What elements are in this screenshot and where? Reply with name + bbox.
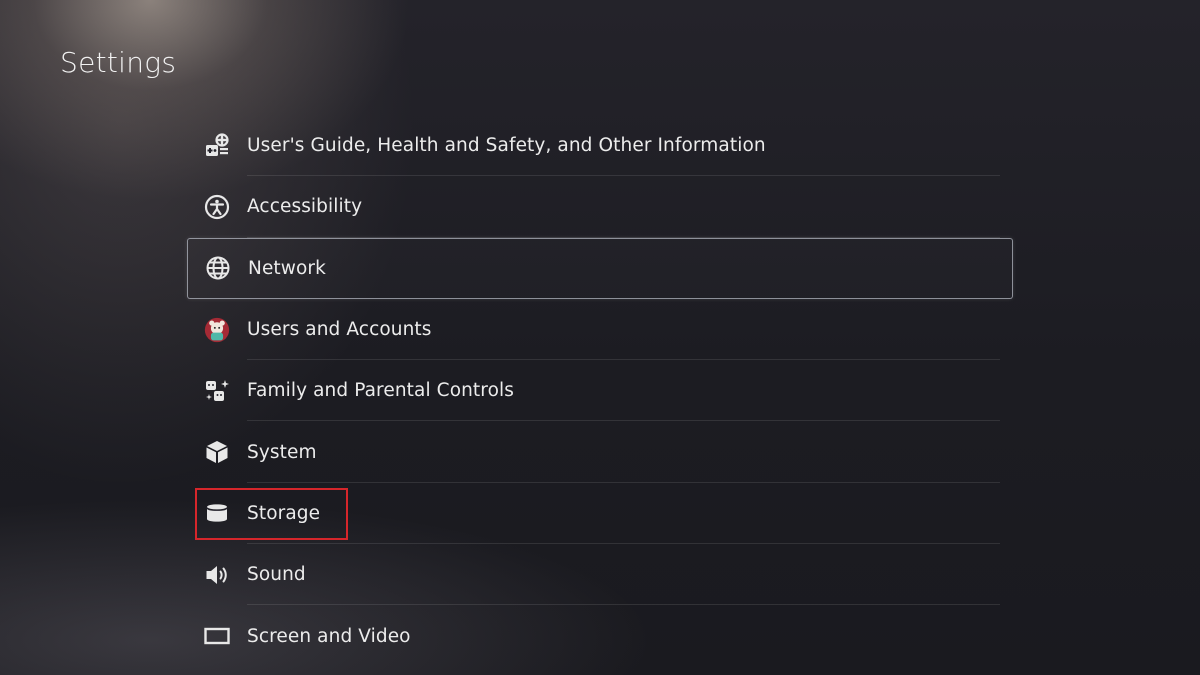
menu-item-sound[interactable]: Sound xyxy=(187,544,1013,606)
speaker-icon xyxy=(203,561,231,589)
storage-highlight-box xyxy=(195,488,348,540)
menu-item-label: Family and Parental Controls xyxy=(247,380,514,402)
menu-item-label: Accessibility xyxy=(247,196,363,218)
menu-item-label: User's Guide, Health and Safety, and Oth… xyxy=(247,135,766,157)
menu-item-family-parental[interactable]: Family and Parental Controls xyxy=(187,360,1013,422)
menu-item-label: Sound xyxy=(247,564,306,586)
menu-item-users-guide[interactable]: User's Guide, Health and Safety, and Oth… xyxy=(187,115,1013,177)
user-avatar-icon xyxy=(203,316,231,344)
menu-item-label: Screen and Video xyxy=(247,625,411,647)
menu-item-label: Network xyxy=(248,257,326,279)
menu-item-accessibility[interactable]: Accessibility xyxy=(187,176,1013,238)
menu-item-screen-video[interactable]: Screen and Video xyxy=(187,605,1013,666)
page-title: Settings xyxy=(60,46,177,79)
menu-item-users-accounts[interactable]: Users and Accounts xyxy=(187,299,1013,361)
menu-item-label: Users and Accounts xyxy=(247,319,432,341)
menu-item-system[interactable]: System xyxy=(187,421,1013,484)
family-icon xyxy=(203,377,231,405)
accessibility-icon xyxy=(203,193,231,221)
guide-icon xyxy=(203,132,231,160)
settings-menu: User's Guide, Health and Safety, and Oth… xyxy=(187,115,1013,667)
screen-icon xyxy=(203,622,231,650)
menu-item-network[interactable]: Network xyxy=(187,237,1013,299)
globe-icon xyxy=(204,254,232,282)
cube-icon xyxy=(203,438,231,466)
menu-item-label: System xyxy=(247,441,317,463)
